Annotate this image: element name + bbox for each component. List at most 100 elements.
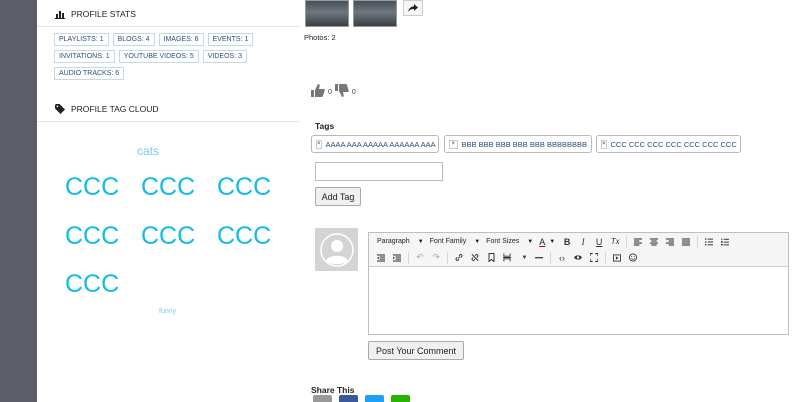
tag-cloud-header: PROFILE TAG CLOUD [55,104,159,114]
paragraph-label: Paragraph [377,238,410,245]
tag-cloud-item[interactable]: CCC [65,270,119,299]
share-arrow-button[interactable] [403,0,423,16]
downvote-count: 0 [351,88,356,96]
thumbs-down-icon[interactable] [334,84,349,100]
tags-label: Tags [315,121,335,131]
redo-button[interactable]: ↷ [428,250,444,265]
emoticons-button[interactable] [625,250,641,265]
bookmark-icon [488,253,494,262]
tag-chip-label: AAAA AAA AAAAA AAAAAA AAA [325,139,436,149]
remove-tag-button[interactable]: × [316,139,322,149]
comment-editor: Paragraph ▼ Font Family ▼ Font Sizes ▼ A… [368,232,789,335]
media-icon [613,253,621,262]
numbered-list-icon [721,237,730,245]
numbered-list-button[interactable] [717,234,733,249]
caret-down-icon: ▼ [527,238,534,245]
profile-stats-list: PLAYLISTS: 1 BLOGS: 4 IMAGES: 6 EVENTS: … [54,33,294,80]
tag-chip-label: BBB BBB BBB BBB BBB BBBBBBBB [461,139,587,149]
source-code-button[interactable]: ‹› [554,250,570,265]
link-icon [455,254,463,261]
align-right-button[interactable] [662,234,678,249]
font-sizes-dropdown[interactable]: Font Sizes ▼ [482,234,535,249]
tag-chip: × AAAA AAA AAAAA AAAAAA AAA [311,135,439,153]
share-twitter-button[interactable] [365,395,384,402]
text-color-icon: A [539,236,546,247]
bold-button[interactable]: B [559,234,575,249]
share-facebook-button[interactable] [339,395,358,402]
tag-chip: × CCC CCC CCC CCC CCC CCC CCC [596,135,741,153]
paragraph-dropdown[interactable]: Paragraph ▼ [373,234,426,249]
stat-events[interactable]: EVENTS: 1 [207,33,254,46]
share-label: Share This [311,385,355,395]
remove-tag-button[interactable]: × [449,139,458,149]
tag-cloud-item[interactable]: CCC [141,173,195,202]
divider [37,121,300,122]
toolbar-separator [626,235,628,248]
outdent-button[interactable] [373,250,389,265]
toolbar-row: Paragraph ▼ Font Family ▼ Font Sizes ▼ A… [373,234,733,249]
bookmark-button[interactable] [483,250,499,265]
stat-invitations[interactable]: INVITATIONS: 1 [54,50,115,63]
redo-icon: ↷ [432,252,440,262]
profile-stats-header: PROFILE STATS [55,9,136,19]
text-color-button[interactable]: A ▼ [535,234,559,249]
tag-cloud-item[interactable]: CCC [65,222,119,251]
indent-button[interactable] [389,250,405,265]
font-family-dropdown[interactable]: Font Family ▼ [426,234,483,249]
profile-stats-title: PROFILE STATS [71,9,136,19]
insert-table-button[interactable]: ▼ [515,250,531,265]
fullscreen-button[interactable] [586,250,602,265]
tag-cloud-item-funny[interactable]: funny [159,308,176,315]
share-green-button[interactable] [391,395,410,402]
italic-button[interactable]: I [575,234,591,249]
align-center-button[interactable] [646,234,662,249]
post-comment-button[interactable]: Post Your Comment [368,341,464,360]
toolbar-separator [697,235,699,248]
vote-controls: 0 0 [311,84,356,100]
share-arrow-icon [408,4,418,12]
horizontal-rule-button[interactable] [531,250,547,265]
stat-videos[interactable]: VIDEOS: 3 [202,50,247,63]
thumbs-up-icon[interactable] [311,84,325,100]
caret-down-icon: ▼ [474,238,481,245]
tag-cloud-item[interactable]: CCC [141,222,195,251]
align-left-button[interactable] [630,234,646,249]
insert-media-button[interactable] [609,250,625,265]
editor-toolbar: Paragraph ▼ Font Family ▼ Font Sizes ▼ A… [369,233,788,267]
clear-formatting-button[interactable]: Tx [607,234,623,249]
tag-cloud-item[interactable]: CCC [217,173,271,202]
comment-text-area[interactable] [369,267,788,334]
new-tag-input[interactable] [315,162,443,181]
caret-down-icon: ▼ [417,238,424,245]
page-break-button[interactable] [499,250,515,265]
tag-cloud-item-cats[interactable]: cats [137,144,159,158]
stat-audio-tracks[interactable]: AUDIO TRACKS: 6 [54,67,125,80]
align-justify-icon [682,237,691,246]
photo-thumbnail[interactable] [305,0,349,27]
divider [37,26,300,27]
underline-button[interactable]: U [591,234,607,249]
tag-cloud-item[interactable]: CCC [217,222,271,251]
insert-link-button[interactable] [451,250,467,265]
indent-icon [393,253,401,262]
photo-thumbnail[interactable] [353,0,397,27]
stat-blogs[interactable]: BLOGS: 4 [112,33,155,46]
page-break-icon [503,253,511,262]
stat-youtube-videos[interactable]: YOUTUBE VIDEOS: 5 [118,50,199,63]
share-email-button[interactable] [313,395,332,402]
tag-cloud-item[interactable]: CCC [65,173,119,202]
user-silhouette-icon [319,232,354,267]
remove-tag-button[interactable]: × [601,139,607,149]
align-justify-button[interactable] [678,234,694,249]
preview-button[interactable] [570,250,586,265]
undo-button[interactable]: ↶ [412,250,428,265]
avatar [315,228,358,271]
align-left-icon [634,237,643,246]
add-tag-button[interactable]: Add Tag [315,187,361,206]
remove-link-button[interactable] [467,250,483,265]
bullet-list-button[interactable] [701,234,717,249]
stat-playlists[interactable]: PLAYLISTS: 1 [54,33,109,46]
font-family-label: Font Family [429,238,467,245]
right-column: Photos: 2 0 0 Tags × AAAA AAA AAAAA AAAA… [303,0,800,402]
stat-images[interactable]: IMAGES: 6 [158,33,204,46]
